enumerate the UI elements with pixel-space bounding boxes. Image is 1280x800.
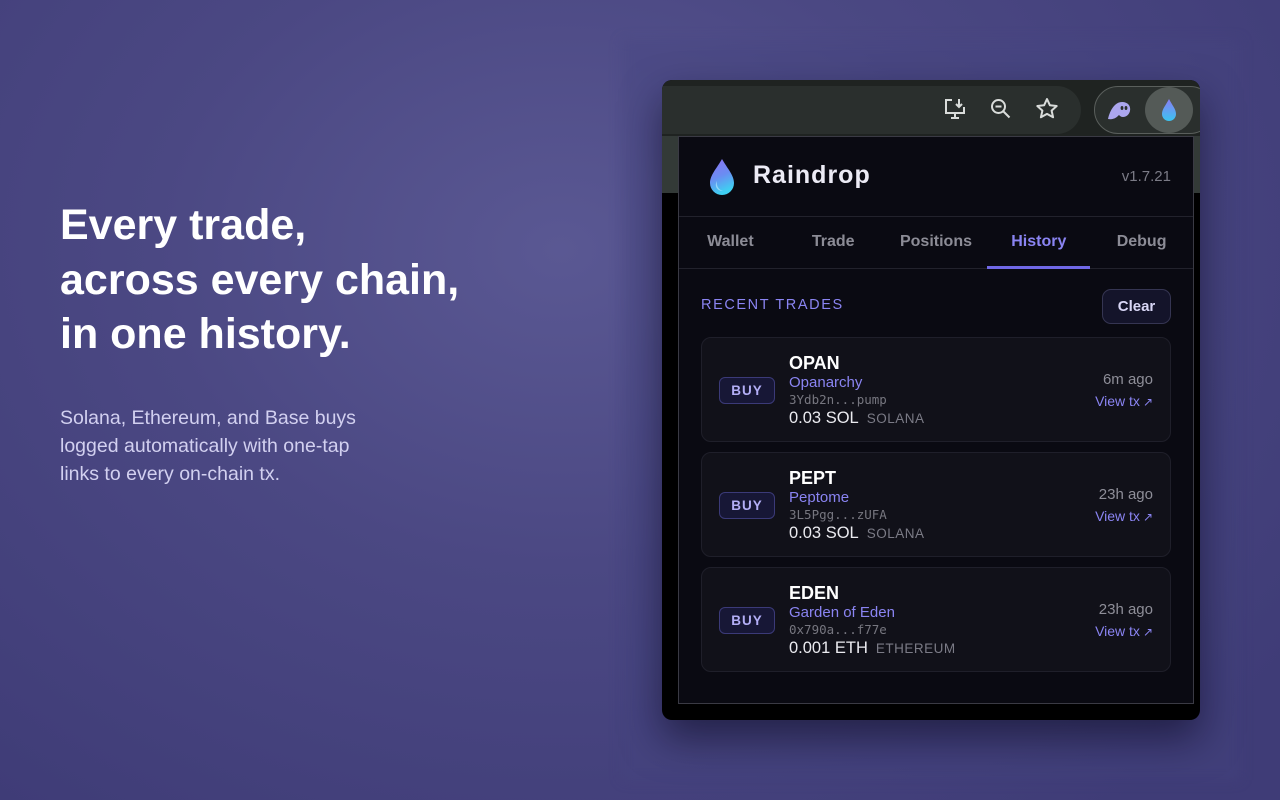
external-link-icon: ↗ xyxy=(1142,625,1153,639)
headline: Every trade, across every chain, in one … xyxy=(60,198,530,362)
subtext-line: links to every on-chain tx. xyxy=(60,462,281,485)
tab-history[interactable]: History xyxy=(987,217,1090,269)
token-name: Opanarchy xyxy=(789,374,863,391)
ghost-extension-icon[interactable] xyxy=(1095,87,1143,133)
app-name: Raindrop xyxy=(753,161,871,189)
token-address: 3L5Pgg...zUFA xyxy=(789,507,887,522)
view-tx-link[interactable]: View tx ↗ xyxy=(1095,508,1153,524)
chain-label: SOLANA xyxy=(866,411,925,426)
token-ticker: OPAN xyxy=(789,353,840,373)
browser-toolbar xyxy=(662,80,1200,136)
amount-row: 0.03 SOL SOLANA xyxy=(789,524,925,543)
amount-row: 0.03 SOL SOLANA xyxy=(789,409,925,428)
extensions-group xyxy=(1094,86,1200,134)
version-label: v1.7.21 xyxy=(1121,168,1171,185)
subtext-line: Solana, Ethereum, and Base buys xyxy=(60,406,356,429)
token-name: Garden of Eden xyxy=(789,604,895,621)
token-ticker: PEPT xyxy=(789,468,837,488)
recent-trades-header: RECENT TRADES Clear xyxy=(679,269,1193,337)
trade-time: 23h ago xyxy=(1098,486,1153,503)
side-badge: BUY xyxy=(719,607,775,634)
zoom-out-icon[interactable] xyxy=(988,96,1014,122)
address-bar[interactable] xyxy=(662,86,1081,134)
trade-time: 23h ago xyxy=(1098,601,1153,618)
trade-amount: 0.001 ETH xyxy=(789,639,868,657)
install-app-icon[interactable] xyxy=(942,96,968,122)
trade-amount: 0.03 SOL xyxy=(789,524,859,542)
side-badge: BUY xyxy=(719,377,775,404)
external-link-icon: ↗ xyxy=(1142,395,1153,409)
tab-bar: Wallet Trade Positions History Debug xyxy=(679,217,1193,269)
token-name: Peptome xyxy=(789,489,850,506)
chain-label: SOLANA xyxy=(866,526,925,541)
view-tx-link[interactable]: View tx ↗ xyxy=(1095,393,1153,409)
browser-window: Raindrop v1.7.21 Wallet Trade Positions … xyxy=(662,80,1200,720)
tab-trade[interactable]: Trade xyxy=(782,217,885,268)
popup-header: Raindrop v1.7.21 xyxy=(679,137,1193,217)
trade-card: BUY EDEN Garden of Eden 0x790a...f77e 0.… xyxy=(701,567,1171,672)
raindrop-logo-icon xyxy=(707,157,737,197)
headline-line: across every chain, xyxy=(60,255,460,304)
view-tx-link[interactable]: View tx ↗ xyxy=(1095,623,1153,639)
subtext-line: logged automatically with one-tap xyxy=(60,434,350,457)
clear-button[interactable]: Clear xyxy=(1102,289,1171,324)
headline-line: in one history. xyxy=(60,310,351,358)
token-address: 0x790a...f77e xyxy=(789,622,887,637)
tab-positions[interactable]: Positions xyxy=(885,217,988,268)
amount-row: 0.001 ETH ETHEREUM xyxy=(789,639,956,658)
side-badge: BUY xyxy=(719,492,775,519)
marketing-copy: Every trade, across every chain, in one … xyxy=(60,198,530,488)
token-ticker: EDEN xyxy=(789,583,840,603)
extension-popup: Raindrop v1.7.21 Wallet Trade Positions … xyxy=(678,136,1194,704)
subtext: Solana, Ethereum, and Base buys logged a… xyxy=(60,404,530,488)
section-title: RECENT TRADES xyxy=(701,297,844,313)
token-address: 3Ydb2n...pump xyxy=(789,392,887,407)
trade-amount: 0.03 SOL xyxy=(789,409,859,427)
trade-card: BUY PEPT Peptome 3L5Pgg...zUFA 0.03 SOL S… xyxy=(701,452,1171,557)
tab-wallet[interactable]: Wallet xyxy=(679,217,782,268)
raindrop-extension-icon[interactable] xyxy=(1145,87,1193,133)
external-link-icon: ↗ xyxy=(1142,510,1153,524)
chain-label: ETHEREUM xyxy=(875,641,956,656)
star-icon[interactable] xyxy=(1034,96,1060,122)
trade-card: BUY OPAN Opanarchy 3Ydb2n...pump 0.03 SO… xyxy=(701,337,1171,442)
trade-time: 6m ago xyxy=(1102,371,1153,388)
view-tx-label: View tx xyxy=(1095,393,1140,409)
headline-line: Every trade, xyxy=(60,201,307,249)
view-tx-label: View tx xyxy=(1095,508,1140,524)
view-tx-label: View tx xyxy=(1095,623,1140,639)
tab-debug[interactable]: Debug xyxy=(1090,217,1193,268)
